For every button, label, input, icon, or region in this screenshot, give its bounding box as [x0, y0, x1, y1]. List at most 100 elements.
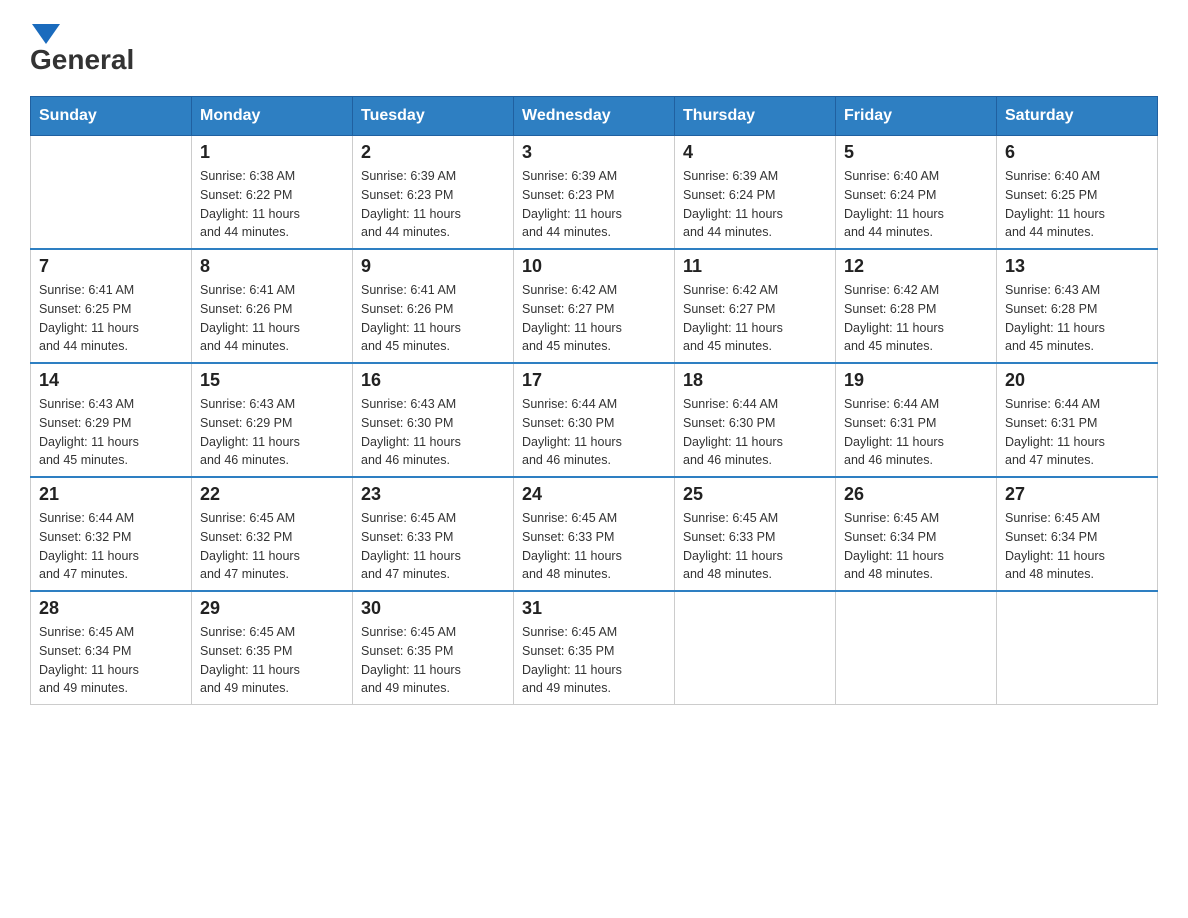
day-info: Sunrise: 6:42 AM Sunset: 6:27 PM Dayligh… — [522, 281, 666, 356]
day-info: Sunrise: 6:45 AM Sunset: 6:35 PM Dayligh… — [361, 623, 505, 698]
calendar-day-cell: 14 Sunrise: 6:43 AM Sunset: 6:29 PM Dayli… — [31, 363, 192, 477]
day-number: 20 — [1005, 370, 1149, 391]
day-info: Sunrise: 6:45 AM Sunset: 6:35 PM Dayligh… — [522, 623, 666, 698]
calendar-day-cell: 4 Sunrise: 6:39 AM Sunset: 6:24 PM Daylig… — [675, 136, 836, 250]
day-info: Sunrise: 6:43 AM Sunset: 6:28 PM Dayligh… — [1005, 281, 1149, 356]
calendar-day-cell: 19 Sunrise: 6:44 AM Sunset: 6:31 PM Dayli… — [836, 363, 997, 477]
calendar-day-cell: 26 Sunrise: 6:45 AM Sunset: 6:34 PM Dayli… — [836, 477, 997, 591]
logo-triangle-icon — [32, 24, 60, 44]
calendar-day-cell — [997, 591, 1158, 705]
weekday-header-saturday: Saturday — [997, 97, 1158, 136]
calendar-day-cell: 20 Sunrise: 6:44 AM Sunset: 6:31 PM Dayli… — [997, 363, 1158, 477]
day-number: 4 — [683, 142, 827, 163]
calendar-day-cell: 31 Sunrise: 6:45 AM Sunset: 6:35 PM Dayli… — [514, 591, 675, 705]
weekday-header-friday: Friday — [836, 97, 997, 136]
day-number: 13 — [1005, 256, 1149, 277]
calendar-week-row: 14 Sunrise: 6:43 AM Sunset: 6:29 PM Dayli… — [31, 363, 1158, 477]
logo-general-bottom: General — [30, 44, 134, 76]
day-number: 3 — [522, 142, 666, 163]
calendar-week-row: 1Sunrise: 6:38 AM Sunset: 6:22 PM Daylig… — [31, 136, 1158, 250]
calendar-day-cell — [31, 136, 192, 250]
calendar-day-cell: 15 Sunrise: 6:43 AM Sunset: 6:29 PM Dayli… — [192, 363, 353, 477]
day-number: 6 — [1005, 142, 1149, 163]
calendar-day-cell: 18 Sunrise: 6:44 AM Sunset: 6:30 PM Dayli… — [675, 363, 836, 477]
day-info: Sunrise: 6:45 AM Sunset: 6:35 PM Dayligh… — [200, 623, 344, 698]
day-info: Sunrise: 6:44 AM Sunset: 6:31 PM Dayligh… — [1005, 395, 1149, 470]
calendar-table: SundayMondayTuesdayWednesdayThursdayFrid… — [30, 96, 1158, 705]
day-info: Sunrise: 6:42 AM Sunset: 6:27 PM Dayligh… — [683, 281, 827, 356]
day-number: 15 — [200, 370, 344, 391]
weekday-header-thursday: Thursday — [675, 97, 836, 136]
day-number: 24 — [522, 484, 666, 505]
day-info: Sunrise: 6:43 AM Sunset: 6:29 PM Dayligh… — [200, 395, 344, 470]
day-info: Sunrise: 6:38 AM Sunset: 6:22 PM Dayligh… — [200, 167, 344, 242]
weekday-header-sunday: Sunday — [31, 97, 192, 136]
day-info: Sunrise: 6:39 AM Sunset: 6:23 PM Dayligh… — [361, 167, 505, 242]
day-number: 29 — [200, 598, 344, 619]
day-info: Sunrise: 6:40 AM Sunset: 6:25 PM Dayligh… — [1005, 167, 1149, 242]
calendar-week-row: 28 Sunrise: 6:45 AM Sunset: 6:34 PM Dayli… — [31, 591, 1158, 705]
day-number: 26 — [844, 484, 988, 505]
day-info: Sunrise: 6:39 AM Sunset: 6:24 PM Dayligh… — [683, 167, 827, 242]
calendar-day-cell: 30 Sunrise: 6:45 AM Sunset: 6:35 PM Dayli… — [353, 591, 514, 705]
day-info: Sunrise: 6:43 AM Sunset: 6:30 PM Dayligh… — [361, 395, 505, 470]
day-info: Sunrise: 6:41 AM Sunset: 6:26 PM Dayligh… — [361, 281, 505, 356]
day-info: Sunrise: 6:45 AM Sunset: 6:32 PM Dayligh… — [200, 509, 344, 584]
page-header: General — [30, 20, 1158, 76]
day-number: 5 — [844, 142, 988, 163]
day-number: 11 — [683, 256, 827, 277]
day-info: Sunrise: 6:45 AM Sunset: 6:34 PM Dayligh… — [1005, 509, 1149, 584]
calendar-day-cell: 11 Sunrise: 6:42 AM Sunset: 6:27 PM Dayli… — [675, 249, 836, 363]
weekday-header-wednesday: Wednesday — [514, 97, 675, 136]
day-number: 18 — [683, 370, 827, 391]
day-number: 10 — [522, 256, 666, 277]
day-number: 2 — [361, 142, 505, 163]
day-number: 30 — [361, 598, 505, 619]
calendar-day-cell: 23 Sunrise: 6:45 AM Sunset: 6:33 PM Dayli… — [353, 477, 514, 591]
weekday-header-monday: Monday — [192, 97, 353, 136]
calendar-day-cell: 25Sunrise: 6:45 AM Sunset: 6:33 PM Dayli… — [675, 477, 836, 591]
calendar-day-cell: 17 Sunrise: 6:44 AM Sunset: 6:30 PM Dayli… — [514, 363, 675, 477]
calendar-day-cell: 8Sunrise: 6:41 AM Sunset: 6:26 PM Daylig… — [192, 249, 353, 363]
day-number: 9 — [361, 256, 505, 277]
day-info: Sunrise: 6:41 AM Sunset: 6:26 PM Dayligh… — [200, 281, 344, 356]
weekday-header-tuesday: Tuesday — [353, 97, 514, 136]
day-info: Sunrise: 6:45 AM Sunset: 6:33 PM Dayligh… — [361, 509, 505, 584]
weekday-header-row: SundayMondayTuesdayWednesdayThursdayFrid… — [31, 97, 1158, 136]
calendar-day-cell — [675, 591, 836, 705]
day-number: 21 — [39, 484, 183, 505]
calendar-day-cell: 27Sunrise: 6:45 AM Sunset: 6:34 PM Dayli… — [997, 477, 1158, 591]
day-number: 23 — [361, 484, 505, 505]
calendar-day-cell: 21Sunrise: 6:44 AM Sunset: 6:32 PM Dayli… — [31, 477, 192, 591]
calendar-day-cell — [836, 591, 997, 705]
day-number: 16 — [361, 370, 505, 391]
day-info: Sunrise: 6:45 AM Sunset: 6:34 PM Dayligh… — [39, 623, 183, 698]
calendar-day-cell: 12 Sunrise: 6:42 AM Sunset: 6:28 PM Dayli… — [836, 249, 997, 363]
day-number: 31 — [522, 598, 666, 619]
day-info: Sunrise: 6:43 AM Sunset: 6:29 PM Dayligh… — [39, 395, 183, 470]
calendar-day-cell: 24Sunrise: 6:45 AM Sunset: 6:33 PM Dayli… — [514, 477, 675, 591]
logo: General — [30, 20, 134, 76]
calendar-day-cell: 7Sunrise: 6:41 AM Sunset: 6:25 PM Daylig… — [31, 249, 192, 363]
day-number: 25 — [683, 484, 827, 505]
day-info: Sunrise: 6:42 AM Sunset: 6:28 PM Dayligh… — [844, 281, 988, 356]
day-info: Sunrise: 6:44 AM Sunset: 6:31 PM Dayligh… — [844, 395, 988, 470]
calendar-day-cell: 10 Sunrise: 6:42 AM Sunset: 6:27 PM Dayli… — [514, 249, 675, 363]
day-number: 14 — [39, 370, 183, 391]
day-number: 28 — [39, 598, 183, 619]
calendar-day-cell: 5 Sunrise: 6:40 AM Sunset: 6:24 PM Daylig… — [836, 136, 997, 250]
calendar-day-cell: 29 Sunrise: 6:45 AM Sunset: 6:35 PM Dayli… — [192, 591, 353, 705]
day-info: Sunrise: 6:45 AM Sunset: 6:34 PM Dayligh… — [844, 509, 988, 584]
day-info: Sunrise: 6:44 AM Sunset: 6:30 PM Dayligh… — [522, 395, 666, 470]
calendar-day-cell: 13 Sunrise: 6:43 AM Sunset: 6:28 PM Dayli… — [997, 249, 1158, 363]
calendar-day-cell: 9 Sunrise: 6:41 AM Sunset: 6:26 PM Daylig… — [353, 249, 514, 363]
day-info: Sunrise: 6:44 AM Sunset: 6:30 PM Dayligh… — [683, 395, 827, 470]
day-info: Sunrise: 6:39 AM Sunset: 6:23 PM Dayligh… — [522, 167, 666, 242]
day-info: Sunrise: 6:40 AM Sunset: 6:24 PM Dayligh… — [844, 167, 988, 242]
day-number: 12 — [844, 256, 988, 277]
day-number: 19 — [844, 370, 988, 391]
day-number: 22 — [200, 484, 344, 505]
calendar-day-cell: 16 Sunrise: 6:43 AM Sunset: 6:30 PM Dayli… — [353, 363, 514, 477]
calendar-day-cell: 2 Sunrise: 6:39 AM Sunset: 6:23 PM Daylig… — [353, 136, 514, 250]
day-number: 17 — [522, 370, 666, 391]
